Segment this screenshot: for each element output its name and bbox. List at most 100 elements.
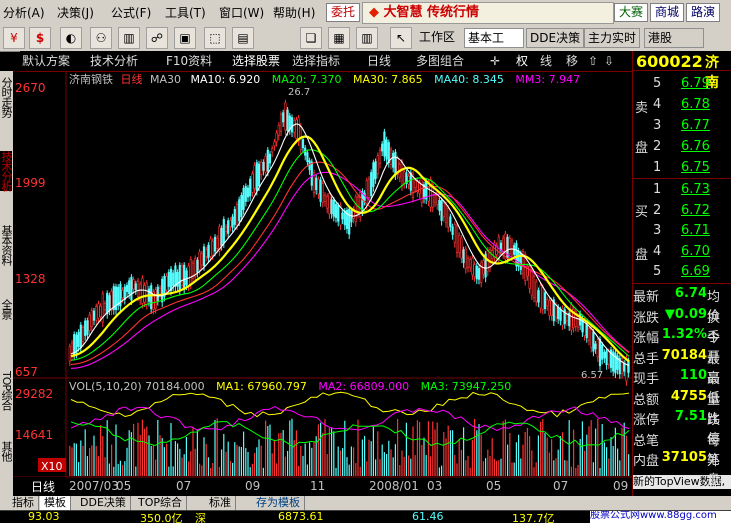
tab-daily[interactable]: 日线 — [367, 53, 391, 69]
sell-row[interactable]: 1 6.75 — [633, 158, 731, 178]
grid-icon[interactable]: ▣ — [174, 27, 196, 49]
tab-indicator[interactable]: 指标 — [8, 496, 39, 510]
candle-body — [211, 240, 214, 256]
tab-f10[interactable]: F10资料 — [166, 53, 212, 69]
candle-body — [233, 208, 236, 225]
candle-body — [255, 162, 258, 191]
sell-price: 6.78 — [681, 97, 710, 112]
candle-body — [508, 237, 511, 254]
window-icon[interactable]: ⬚ — [204, 27, 226, 49]
legend-stock-name: 济南钢铁 — [69, 72, 113, 86]
legend-vol-ma3: MA3: 73947.250 — [421, 380, 512, 393]
banner-ad[interactable]: ◆ 大智慧 传统行情 — [362, 2, 614, 24]
buy-row[interactable]: 5 6.69 — [633, 262, 731, 282]
tab-template[interactable]: 模板 — [40, 496, 71, 510]
tab-default-scheme[interactable]: 默认方案 — [22, 53, 70, 69]
dde-button[interactable]: DDE决策 — [526, 28, 585, 48]
menu-help[interactable]: 帮助(H) — [273, 4, 315, 21]
books-icon[interactable]: ▥ — [356, 27, 378, 49]
quote-value: 6.74 — [674, 286, 707, 301]
quote-value: 4755 — [670, 388, 707, 404]
tab-technical-analysis[interactable]: 技术分析 — [0, 151, 13, 191]
buy-row[interactable]: 3 6.71 — [633, 221, 731, 241]
crosshair-icon[interactable]: ✛ — [490, 53, 500, 69]
candle-body — [108, 295, 111, 311]
tab-top-comprehensive[interactable]: TOP综合 — [134, 496, 188, 510]
tab-move[interactable]: 移 — [566, 53, 578, 69]
buy-row[interactable]: 4 6.70 — [633, 242, 731, 262]
tab-select-indicator[interactable]: 选择指标 — [292, 53, 340, 69]
candle-body — [238, 199, 241, 222]
buy-row[interactable]: 1 6.73 — [633, 180, 731, 200]
f10-icon[interactable]: ◐ — [60, 27, 82, 49]
candle-body — [464, 248, 467, 269]
sell-row[interactable]: 3 6.77 — [633, 116, 731, 136]
candle-body — [543, 292, 547, 309]
hk-stock-button[interactable]: 港股 — [644, 28, 704, 48]
link-icon[interactable]: ☍ — [146, 27, 168, 49]
vol-tick-1: 29282 — [15, 387, 53, 401]
candle-body — [321, 183, 324, 203]
copy-icon[interactable]: ❏ — [300, 27, 322, 49]
sell-row[interactable]: 4 6.78 — [633, 95, 731, 115]
candle-body — [271, 148, 274, 153]
menu-window[interactable]: 窗口(W) — [219, 4, 264, 21]
binoculars-icon[interactable]: ⚇ — [90, 27, 112, 49]
tab-basic-info[interactable]: 基本资料 — [0, 225, 13, 265]
candle-body — [249, 178, 252, 197]
candle-body — [596, 339, 599, 358]
candle-body — [172, 272, 175, 287]
date-axis-label: 日线 — [31, 480, 55, 494]
sell-row[interactable]: 5 6.79 — [633, 74, 731, 94]
date-tick-4: 09 — [245, 479, 260, 493]
trade-icon[interactable]: $ — [29, 27, 51, 49]
quote-icon[interactable]: ¥ — [3, 27, 25, 49]
tab-dde-decision[interactable]: DDE决策 — [76, 496, 131, 510]
tab-line[interactable]: 线 — [540, 53, 552, 69]
main-force-button[interactable]: 主力实时 — [584, 28, 641, 48]
mall-button[interactable]: 商城 — [650, 3, 685, 22]
candle-body — [319, 179, 322, 202]
candle-body — [187, 265, 190, 287]
chart-area[interactable]: 2670 1999 1328 657 济南钢铁 日线 MA30 MA10: 6.… — [13, 70, 632, 496]
tab-technical[interactable]: 技术分析 — [90, 53, 138, 69]
candle-body — [592, 331, 595, 352]
tab-multi[interactable]: 多图组合 — [416, 53, 464, 69]
volume-ma-line — [70, 391, 630, 418]
chart-icon[interactable]: ▥ — [118, 27, 140, 49]
list-icon[interactable]: ▤ — [232, 27, 254, 49]
sell-row[interactable]: 2 6.76 — [633, 137, 731, 157]
roadshow-button[interactable]: 路演 — [686, 3, 721, 22]
status-bar: 93.03 350.0亿 深 6873.61 61.46 137.7亿 股票公式… — [0, 510, 731, 523]
tab-timeshare[interactable]: 分时走势 — [0, 77, 13, 117]
menu-analysis[interactable]: 分析(A) — [3, 4, 45, 21]
candle-body — [453, 224, 456, 243]
candle-body — [627, 360, 630, 373]
candle-body — [557, 306, 560, 320]
menu-formula[interactable]: 公式(F) — [111, 4, 151, 21]
entrust-button[interactable]: 委托 — [326, 3, 361, 22]
workspace-select[interactable]: 基本工 — [464, 28, 524, 48]
menu-decision[interactable]: 决策(J) — [57, 4, 94, 21]
candle-body — [88, 314, 91, 331]
tab-panorama[interactable]: 全景 — [0, 299, 13, 319]
buy-row[interactable]: 2 6.72 — [633, 201, 731, 221]
kline-svg[interactable]: 2670 1999 1328 657 济南钢铁 日线 MA30 MA10: 6.… — [13, 70, 632, 496]
table-icon[interactable]: ▦ — [328, 27, 350, 49]
arrow-up-icon[interactable]: ⇧ — [588, 53, 598, 69]
menu-tools[interactable]: 工具(T) — [165, 4, 206, 21]
arrow-down-icon[interactable]: ⇩ — [604, 53, 614, 69]
candle-body — [367, 178, 371, 198]
tab-save-template[interactable]: 存为模板 — [252, 496, 305, 510]
tab-standard[interactable]: 标准 — [205, 496, 236, 510]
candle-body — [257, 163, 261, 187]
contest-button[interactable]: 大赛 — [614, 3, 649, 22]
tab-top[interactable]: TOP综合 — [0, 371, 13, 410]
tab-select-stock[interactable]: 选择股票 — [232, 53, 280, 69]
price-tick-1: 2670 — [15, 81, 46, 95]
tab-rights[interactable]: 权 — [516, 53, 528, 69]
pointer-icon[interactable]: ↖ — [390, 27, 412, 49]
candle-body — [403, 171, 406, 184]
tab-other[interactable]: 其他 — [0, 441, 13, 461]
candle-body — [554, 304, 558, 318]
